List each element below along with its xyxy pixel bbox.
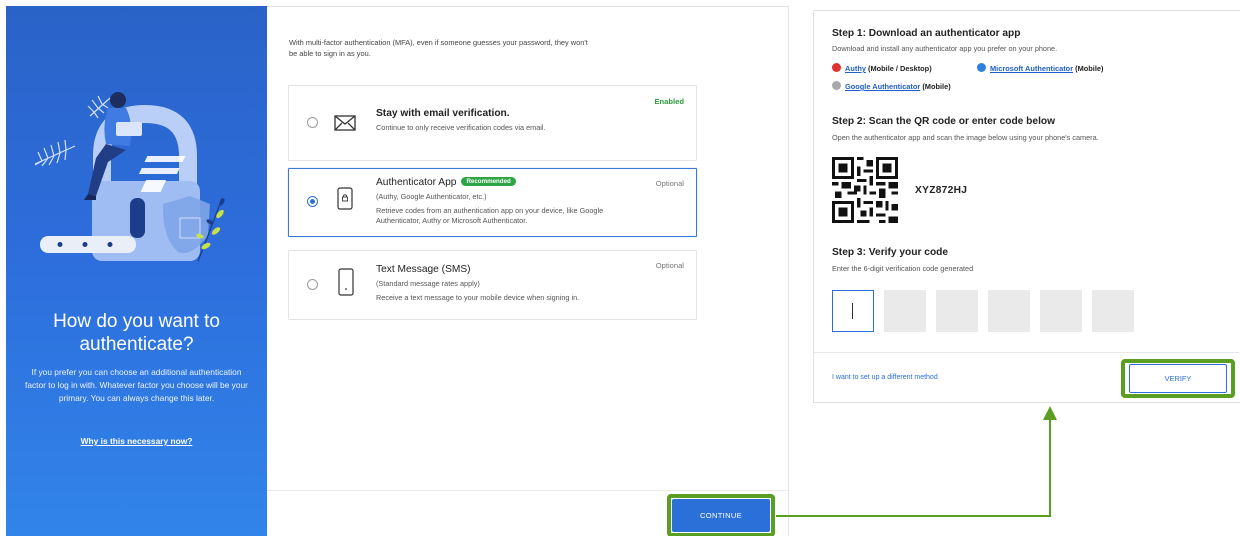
option-description: Continue to only receive verification co… <box>376 123 546 132</box>
authenticator-setup-card: Step 1: Download an authenticator app Do… <box>813 10 1240 403</box>
step2-title: Step 2: Scan the QR code or enter code b… <box>832 116 1056 127</box>
google-authenticator-link[interactable]: Google Authenticator <box>845 82 920 91</box>
step1-text: Download and install any authenticator a… <box>832 44 1058 53</box>
app-authy: Authy (Mobile / Desktop) <box>832 63 932 73</box>
option-title: Text Message (SMS) <box>376 264 471 275</box>
option-text-message[interactable]: Text Message (SMS) (Standard message rat… <box>288 250 697 320</box>
code-digit-input[interactable] <box>1040 290 1082 332</box>
different-method-link[interactable]: I want to set up a different method <box>832 374 938 381</box>
step3-title: Step 3: Verify your code <box>832 247 949 258</box>
step2-text: Open the authenticator app and scan the … <box>832 133 1099 142</box>
continue-button[interactable]: CONTINUE <box>672 499 770 532</box>
authy-logo-icon <box>832 63 841 72</box>
recommended-badge: Recommended <box>461 177 516 186</box>
code-digit-input[interactable] <box>832 290 874 332</box>
manual-entry-code: XYZ872HJ <box>915 185 968 196</box>
option-subtitle: (Authy, Google Authenticator, etc.) <box>376 192 487 201</box>
authy-link[interactable]: Authy <box>845 64 866 73</box>
option-authenticator-app[interactable]: Authenticator App Recommended (Authy, Goo… <box>288 168 697 237</box>
status-badge: Optional <box>655 261 684 270</box>
step1-title: Step 1: Download an authenticator app <box>832 28 1021 39</box>
app-google-authenticator: Google Authenticator (Mobile) <box>832 81 951 91</box>
sms-option-radio[interactable] <box>307 279 318 290</box>
code-digit-input[interactable] <box>988 290 1030 332</box>
authenticator-option-radio[interactable] <box>307 196 318 207</box>
footer-divider <box>267 490 788 491</box>
page-title: How do you want to authenticate? <box>53 311 220 355</box>
security-lock-illustration-icon <box>34 92 225 262</box>
mfa-intro-text: With multi-factor authentication (MFA), … <box>289 38 588 58</box>
mfa-options-panel: With multi-factor authentication (MFA), … <box>267 6 789 536</box>
code-digit-input[interactable] <box>1092 290 1134 332</box>
hero-description: If you prefer you can choose an addition… <box>25 367 248 404</box>
qr-code-icon <box>832 157 898 223</box>
mobile-phone-icon <box>338 268 354 296</box>
option-subtitle: (Standard message rates apply) <box>376 279 480 288</box>
option-description: Receive a text message to your mobile de… <box>376 293 580 302</box>
verify-button[interactable]: VERIFY <box>1129 364 1227 393</box>
status-badge: Enabled <box>654 97 684 106</box>
setup-footer-divider <box>814 352 1240 353</box>
why-necessary-link[interactable]: Why is this necessary now? <box>6 436 267 446</box>
microsoft-authenticator-link[interactable]: Microsoft Authenticator <box>990 64 1073 73</box>
authenticator-phone-icon <box>337 187 353 210</box>
step3-text: Enter the 6-digit verification code gene… <box>832 264 974 273</box>
code-digit-input[interactable] <box>936 290 978 332</box>
option-email-verification[interactable]: Stay with email verification. Continue t… <box>288 85 697 161</box>
code-digit-input[interactable] <box>884 290 926 332</box>
status-badge: Optional <box>655 179 684 188</box>
microsoft-authenticator-logo-icon <box>977 63 986 72</box>
option-description: Retrieve codes from an authentication ap… <box>376 206 604 225</box>
email-option-radio[interactable] <box>307 117 318 128</box>
hero-panel: How do you want to authenticate? If you … <box>6 6 267 536</box>
envelope-icon <box>334 115 356 131</box>
option-title: Authenticator App Recommended <box>376 177 516 188</box>
app-microsoft-authenticator: Microsoft Authenticator (Mobile) <box>977 63 1103 73</box>
google-authenticator-logo-icon <box>832 81 841 90</box>
option-title: Stay with email verification. <box>376 108 510 119</box>
